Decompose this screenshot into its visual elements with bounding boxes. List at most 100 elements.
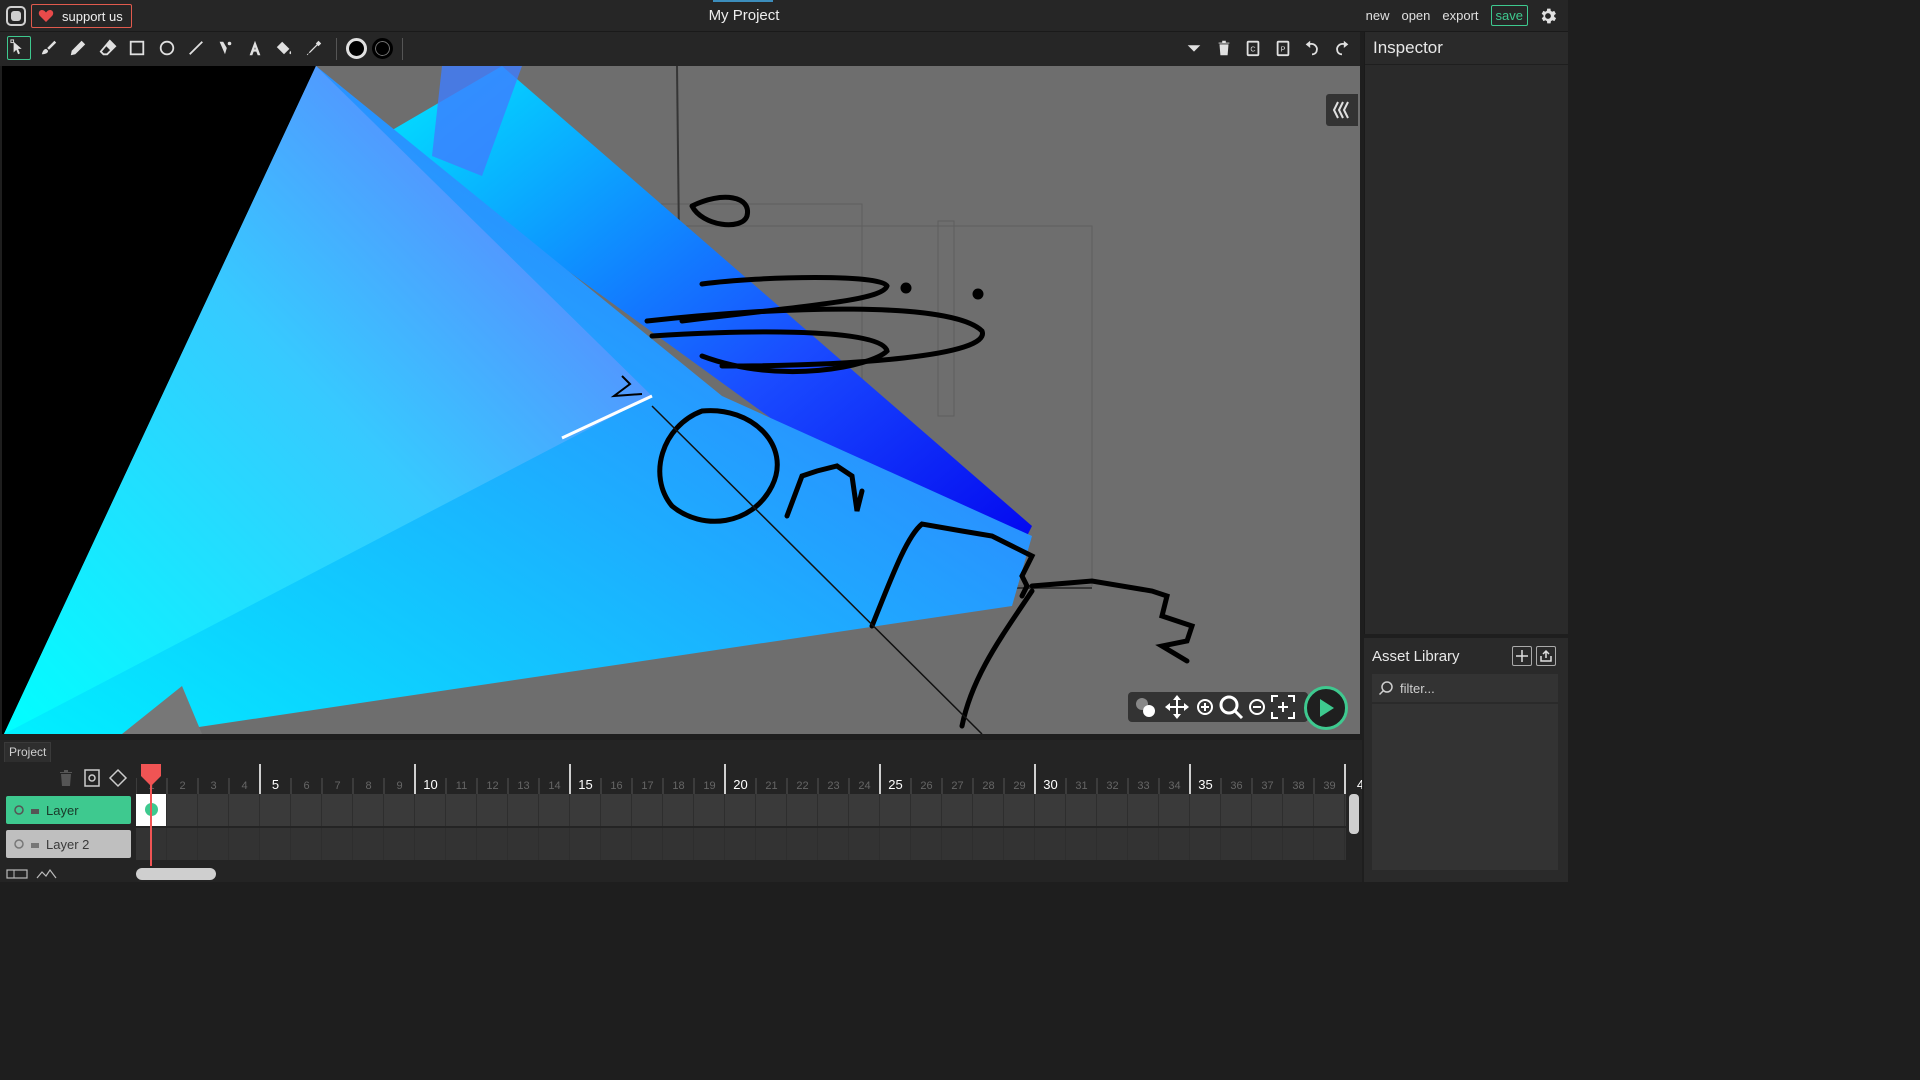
frame-cell[interactable] <box>1159 828 1190 860</box>
frame-cell[interactable] <box>1004 828 1035 860</box>
asset-filter-input[interactable] <box>1400 680 1550 696</box>
eraser-tool-button[interactable] <box>96 36 120 60</box>
paste-button[interactable]: P <box>1271 36 1295 60</box>
frame-cell[interactable] <box>229 794 260 826</box>
frame-cell[interactable] <box>198 794 229 826</box>
text-tool-button[interactable] <box>243 36 267 60</box>
eyedropper-tool-button[interactable] <box>302 36 326 60</box>
frame-cell[interactable] <box>539 794 570 826</box>
frame-cell[interactable] <box>1283 828 1314 860</box>
lock-icon[interactable] <box>30 805 40 815</box>
frame-cell[interactable] <box>849 794 880 826</box>
eye-icon[interactable] <box>14 839 24 849</box>
frame-cell[interactable] <box>1190 828 1221 860</box>
frame-cell[interactable] <box>1097 828 1128 860</box>
gear-icon[interactable] <box>1538 6 1558 26</box>
timeline-vertical-scrollbar[interactable] <box>1349 794 1359 834</box>
frame-cell[interactable] <box>384 794 415 826</box>
lock-icon[interactable] <box>30 839 40 849</box>
onion-skin-icon[interactable] <box>1132 694 1158 720</box>
frame-cell[interactable] <box>1035 828 1066 860</box>
frame-cell[interactable] <box>973 794 1004 826</box>
frame-cell[interactable] <box>167 828 198 860</box>
more-options-button[interactable] <box>1182 36 1206 60</box>
frame-cell[interactable] <box>415 794 446 826</box>
export-button[interactable]: export <box>1442 8 1478 23</box>
frame-cell[interactable] <box>167 794 198 826</box>
collapse-panel-button[interactable] <box>1326 94 1358 126</box>
copy-button[interactable]: C <box>1241 36 1265 60</box>
line-tool-button[interactable] <box>184 36 208 60</box>
layer-row-layer-2[interactable]: Layer 2 <box>6 830 131 858</box>
frame-cell[interactable] <box>322 794 353 826</box>
frame-cell[interactable] <box>260 794 291 826</box>
frames-view-icon[interactable] <box>6 868 28 880</box>
magnifier-icon[interactable] <box>1218 694 1244 720</box>
frame-cell[interactable] <box>818 794 849 826</box>
frame-cell[interactable] <box>818 828 849 860</box>
frame-cell[interactable] <box>725 828 756 860</box>
fit-to-screen-icon[interactable] <box>1270 694 1296 720</box>
pan-icon[interactable] <box>1164 694 1190 720</box>
frame-cell[interactable] <box>1004 794 1035 826</box>
frame-cell[interactable] <box>508 828 539 860</box>
frame-cell[interactable] <box>663 794 694 826</box>
import-asset-button[interactable] <box>1536 646 1556 666</box>
frame-cell[interactable] <box>911 794 942 826</box>
frame-cell[interactable] <box>632 794 663 826</box>
frame-cell[interactable] <box>942 828 973 860</box>
save-button[interactable]: save <box>1490 5 1528 26</box>
frame-cell[interactable] <box>477 828 508 860</box>
open-button[interactable]: open <box>1401 8 1430 23</box>
stroke-color-swatch[interactable] <box>372 38 393 59</box>
frame-cell[interactable] <box>539 828 570 860</box>
frame-cell[interactable] <box>1066 794 1097 826</box>
add-asset-button[interactable] <box>1512 646 1532 666</box>
frame-cell[interactable] <box>198 828 229 860</box>
frame-cell[interactable] <box>291 794 322 826</box>
frame-cell[interactable] <box>260 828 291 860</box>
zoom-in-icon[interactable] <box>1192 694 1218 720</box>
frame-cell[interactable] <box>1097 794 1128 826</box>
frame-cell[interactable] <box>322 828 353 860</box>
delete-layer-icon[interactable] <box>56 768 76 788</box>
path-tool-button[interactable] <box>213 36 237 60</box>
tab-project[interactable]: Project <box>4 742 52 762</box>
frame-cell[interactable] <box>477 794 508 826</box>
frame-cell[interactable] <box>694 828 725 860</box>
frame-cell[interactable] <box>570 828 601 860</box>
layer-row-layer[interactable]: Layer <box>6 796 131 824</box>
frame-cell[interactable] <box>1159 794 1190 826</box>
frame-cell[interactable] <box>1314 794 1345 826</box>
frame-cell[interactable] <box>291 828 322 860</box>
frame-cell[interactable] <box>632 828 663 860</box>
frame-cell[interactable] <box>1128 828 1159 860</box>
frame-cell[interactable] <box>601 794 632 826</box>
frame-cell[interactable] <box>942 794 973 826</box>
frame-cell[interactable] <box>880 828 911 860</box>
select-tool-button[interactable] <box>7 36 31 60</box>
ellipse-tool-button[interactable] <box>155 36 179 60</box>
frame-cell[interactable] <box>1283 794 1314 826</box>
redo-button[interactable] <box>1330 36 1354 60</box>
frame-cell[interactable] <box>601 828 632 860</box>
frame-cell[interactable] <box>384 828 415 860</box>
frame-cell[interactable] <box>787 828 818 860</box>
keyframe-icon[interactable] <box>108 768 128 788</box>
frame-cell[interactable] <box>353 828 384 860</box>
frame-cell[interactable] <box>415 828 446 860</box>
curves-view-icon[interactable] <box>36 868 58 880</box>
frame-cell[interactable] <box>725 794 756 826</box>
rectangle-tool-button[interactable] <box>125 36 149 60</box>
delete-button[interactable] <box>1212 36 1236 60</box>
frame-cell[interactable] <box>694 794 725 826</box>
drawing-canvas[interactable] <box>2 66 1360 734</box>
frame-cell[interactable] <box>1128 794 1159 826</box>
frame-track-layer-2[interactable] <box>136 828 1346 860</box>
frame-ruler[interactable]: 1234567891011121314151617181920212223242… <box>136 764 1362 794</box>
frame-cell[interactable] <box>756 794 787 826</box>
frame-cell[interactable] <box>911 828 942 860</box>
frame-cell[interactable] <box>1190 794 1221 826</box>
frame-cell[interactable] <box>1066 828 1097 860</box>
frame-cell[interactable] <box>787 794 818 826</box>
